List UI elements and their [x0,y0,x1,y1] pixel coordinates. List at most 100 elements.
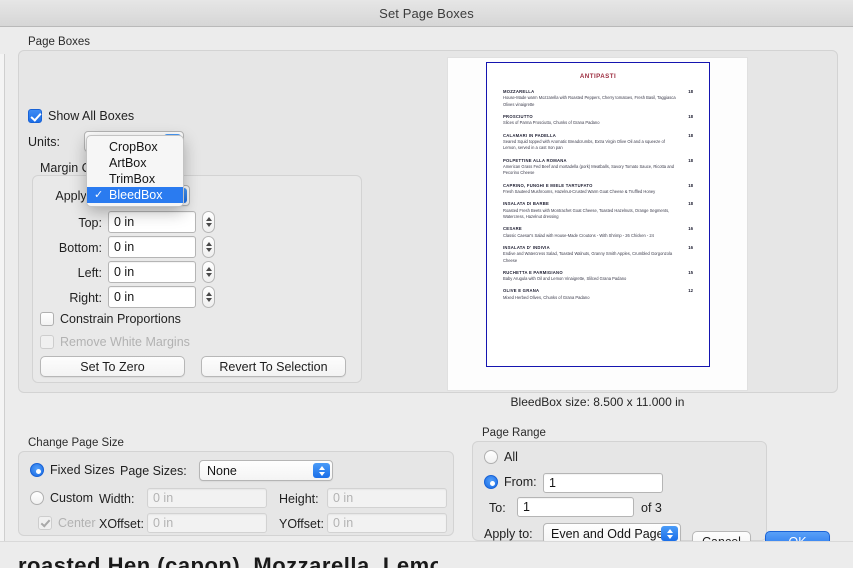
bottom-margin-input[interactable]: 0 in [108,236,196,258]
menu-item-description: Mixed Herbed Olives, Chunks of Grana Pad… [503,294,590,300]
top-margin-input[interactable]: 0 in [108,211,196,233]
from-page-radio[interactable]: From: [484,475,537,489]
menu-item: CAPRINO, FUNGHI E MIELE TARTUFATO Fresh S… [503,183,693,196]
apply-to-dropdown-menu[interactable]: CropBox ArtBox TrimBox ✓ BleedBox [86,135,184,207]
xoffset-value: 0 in [153,516,174,530]
menu-item: RUCHETTA E PARMIGIANO Baby Arugula with O… [503,270,693,283]
menu-item-artbox[interactable]: ArtBox [87,155,183,171]
menu-item-price: 16 [688,244,693,250]
remove-white-margins-checkbox: Remove White Margins [40,335,190,349]
menu-item-description: Endive and Watercress Salad, Toasted Wal… [503,251,673,263]
menu-item-price: 16 [688,226,693,232]
checkbox-box-icon [28,109,42,123]
page-sizes-popup-button[interactable]: None [199,460,333,481]
top-margin-label: Top: [78,216,102,230]
right-margin-input[interactable]: 0 in [108,286,196,308]
bottom-margin-label: Bottom: [58,241,102,255]
menu-item: OLIVE E GRANA Mixed Herbed Olives, Chunks… [503,288,693,301]
width-input[interactable]: 0 in [147,488,267,508]
bottom-margin-value: 0 in [114,240,135,254]
background-document-text: roasted Hen (capon), Mozzarella, Lemon [18,553,438,568]
menu-item-label: BleedBox [109,188,163,202]
menu-document: ANTIPASTI MOZZARELLA House-Made warm Mozz… [487,63,709,366]
total-pages-label: of 3 [641,501,662,515]
show-all-boxes-label: Show All Boxes [48,109,135,123]
from-page-label: From: [504,475,537,489]
menu-item-description: Baby Arugula with Oil and Lemon Vinaigre… [503,276,627,282]
menu-item-price: 15 [688,269,693,275]
menu-item-description: American Grass Fed Beef and mortadella (… [503,163,675,176]
yoffset-label: YOffset: [279,517,324,531]
dialog-titlebar: Set Page Boxes [0,0,853,27]
constrain-proportions-label: Constrain Proportions [60,312,181,326]
left-margin-stepper[interactable] [202,261,215,283]
change-page-size-group-label: Change Page Size [28,437,124,449]
menu-item-price: 18 [688,182,693,188]
center-label: Center [58,516,96,530]
to-page-input[interactable]: 1 [517,497,634,517]
menu-item-price: 18 [688,113,693,119]
background-document-edge [0,54,5,568]
menu-heading: ANTIPASTI [579,73,617,80]
menu-item-description: Seared Squid topped with Aromatic Breadc… [503,138,665,151]
menu-item-cropbox[interactable]: CropBox [87,139,183,155]
width-value: 0 in [153,491,174,505]
height-label: Height: [279,492,319,506]
set-to-zero-label: Set To Zero [80,359,145,374]
menu-item: CESARE Classic Caesar's Salad with House-… [503,226,693,239]
units-label: Units: [28,135,60,149]
radio-dot-icon [30,463,44,477]
constrain-proportions-checkbox[interactable]: Constrain Proportions [40,312,181,326]
revert-to-selection-label: Revert To Selection [219,359,328,374]
menu-item-label: ArtBox [109,156,147,170]
menu-item-price: 18 [688,132,693,138]
revert-to-selection-button[interactable]: Revert To Selection [201,356,346,377]
page-range-group-label: Page Range [482,427,546,439]
right-margin-value: 0 in [114,290,135,304]
from-page-input[interactable]: 1 [543,473,663,493]
all-pages-radio[interactable]: All [484,450,518,464]
width-label: Width: [99,492,135,506]
checkbox-box-icon [40,335,54,349]
set-to-zero-button[interactable]: Set To Zero [40,356,185,377]
set-page-boxes-dialog: Set Page Boxes Page Boxes Show All Boxes… [0,0,853,568]
top-margin-value: 0 in [114,215,135,229]
custom-label: Custom [50,491,94,505]
checkbox-box-icon [40,312,54,326]
xoffset-input[interactable]: 0 in [147,513,267,533]
bottom-margin-stepper[interactable] [202,236,215,258]
left-margin-input[interactable]: 0 in [108,261,196,283]
menu-item-price: 18 [688,157,693,163]
page-sizes-value: None [207,463,237,478]
dialog-body: Page Boxes Show All Boxes Units: I Margi… [0,27,853,568]
page-preview-panel[interactable]: ANTIPASTI MOZZARELLA House-Made warm Mozz… [447,57,748,391]
menu-item-label: TrimBox [109,172,156,186]
radio-dot-icon [30,491,44,505]
range-apply-to-value: Even and Odd Pages [551,526,670,541]
right-margin-label: Right: [69,291,102,305]
custom-radio[interactable]: Custom [30,491,93,505]
checkbox-box-icon [38,516,52,530]
menu-item: MOZZARELLA House-Made warm Mozzarella wit… [503,89,693,108]
page-sizes-chevron-icon [313,463,330,478]
show-all-boxes-checkbox[interactable]: Show All Boxes [28,109,134,123]
right-margin-stepper[interactable] [202,286,215,308]
dialog-title: Set Page Boxes [379,5,474,21]
page-sizes-label: Page Sizes: [120,464,187,478]
bleedbox-size-caption: BleedBox size: 8.500 x 11.000 in [510,395,685,409]
left-margin-value: 0 in [114,265,135,279]
center-checkbox: Center [38,516,96,530]
menu-item-trimbox[interactable]: TrimBox [87,171,183,187]
menu-item: INSALATA D' INDIVIA Endive and Watercress… [503,245,693,264]
yoffset-input[interactable]: 0 in [327,513,447,533]
to-page-label: To: [489,501,506,515]
fixed-sizes-label: Fixed Sizes [50,463,115,477]
menu-item-description: House-Made warm Mozzarella with Roasted … [503,95,676,107]
menu-item-bleedbox[interactable]: ✓ BleedBox [87,187,183,203]
menu-item-price: 12 [688,288,693,294]
from-page-value: 1 [549,476,556,490]
height-input[interactable]: 0 in [327,488,447,508]
fixed-sizes-radio[interactable]: Fixed Sizes [30,463,115,477]
menu-item: POLPETTINE ALLA ROMANA American Grass Fed… [503,158,693,177]
top-margin-stepper[interactable] [202,211,215,233]
